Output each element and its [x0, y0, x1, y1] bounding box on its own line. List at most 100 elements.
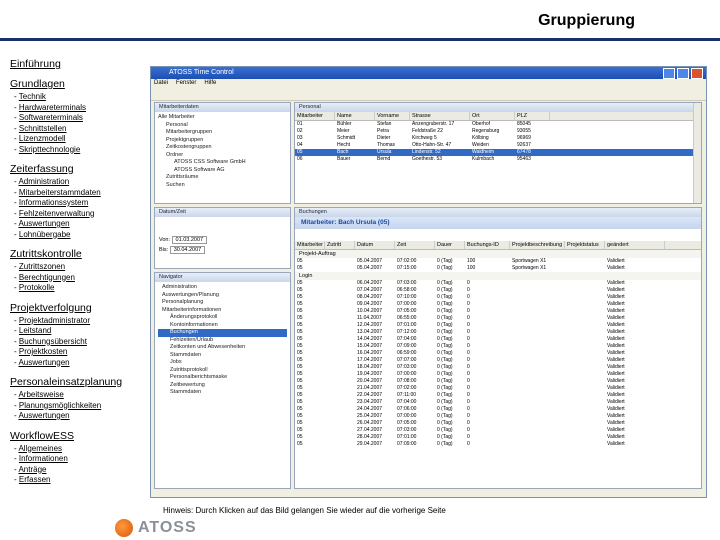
tree-item[interactable]: Personalplanung: [158, 299, 287, 307]
column-header[interactable]: Zutritt: [325, 241, 355, 249]
tree-item[interactable]: Fehlzeiten/Urlaub: [158, 337, 287, 345]
table-row[interactable]: 06 Bauer Bernd Goethestr. 53 Kulmbach 95463: [295, 156, 701, 163]
tree-item[interactable]: ATOSS CSS Software GmbH: [158, 159, 287, 167]
tree-item[interactable]: Zeitkostengruppen: [158, 144, 287, 152]
nav-link[interactable]: Skripttechnologie: [19, 145, 80, 154]
menu-item[interactable]: Hilfe: [204, 80, 216, 86]
group-header[interactable]: Login: [295, 272, 701, 280]
nav-link[interactable]: Informationen: [19, 454, 68, 463]
table-row[interactable]: 02 Meier Petra Feldstraße 22 Regensburg 93055: [295, 128, 701, 135]
column-header[interactable]: Dauer: [435, 241, 465, 249]
nav-link[interactable]: Projektkosten: [19, 347, 67, 356]
tree-item[interactable]: Kontoinformationen: [158, 322, 287, 330]
tree-item[interactable]: Stammdaten: [158, 352, 287, 360]
table-row[interactable]: 05 25.04.2007 07:00:00 0 (Tag) 0 Validiert: [295, 413, 701, 420]
date-to-field[interactable]: Bis: 30.04.2007: [159, 246, 286, 254]
nav-section-link[interactable]: Grundlagen: [10, 78, 150, 90]
nav-link[interactable]: Auswertungen: [18, 358, 69, 367]
table-row[interactable]: 03 Schmidt Dieter Kirchweg 5 Kölbing 96969: [295, 135, 701, 142]
nav-link[interactable]: Zutrittszonen: [19, 262, 65, 271]
application-screenshot[interactable]: ATOSS Time Control Datei Fenster Hilfe Mit…: [150, 66, 707, 498]
table-row[interactable]: 05 24.04.2007 07:06:00 0 (Tag) 0 Validiert: [295, 406, 701, 413]
column-header[interactable]: Projektstatus: [565, 241, 605, 249]
nav-link[interactable]: Buchungsübersicht: [19, 337, 87, 346]
table-row[interactable]: 05 07.04.2007 06:58:00 0 (Tag) 0 Validiert: [295, 287, 701, 294]
table-row[interactable]: 05 23.04.2007 07:04:00 0 (Tag) 0 Validiert: [295, 399, 701, 406]
table-row[interactable]: 05 22.04.2007 07:11:00 0 (Tag) 0 Validiert: [295, 392, 701, 399]
table-row[interactable]: 05 08.04.2007 07:10:00 0 (Tag) 0 Validiert: [295, 294, 701, 301]
table-row[interactable]: 05 06.04.2007 07:03:00 0 (Tag) 0 Validiert: [295, 280, 701, 287]
nav-section-link[interactable]: WorkflowESS: [10, 430, 150, 442]
nav-section-link[interactable]: Projektverfolgung: [10, 302, 150, 314]
table-row[interactable]: 05 28.04.2007 07:01:00 0 (Tag) 0 Validiert: [295, 434, 701, 441]
nav-link[interactable]: Erfassen: [19, 475, 51, 484]
nav-link[interactable]: Schnittstellen: [19, 124, 67, 133]
nav-link[interactable]: Lohnübergabe: [19, 230, 71, 239]
nav-section-link[interactable]: Personaleinsatzplanung: [10, 376, 150, 388]
table-row[interactable]: 05 20.04.2007 07:08:00 0 (Tag) 0 Validiert: [295, 378, 701, 385]
table-row[interactable]: 05 15.04.2007 07:09:00 0 (Tag) 0 Validiert: [295, 343, 701, 350]
nav-link[interactable]: Berechtigungen: [19, 273, 75, 282]
table-row[interactable]: 04 Hecht Thomas Otto-Hahn-Str. 47 Weiden 9263…: [295, 142, 701, 149]
nav-link[interactable]: Auswertungen: [18, 219, 69, 228]
nav-link[interactable]: Hardwareterminals: [19, 103, 86, 112]
nav-link[interactable]: Planungsmöglichkeiten: [19, 401, 101, 410]
column-header[interactable]: PLZ: [515, 112, 550, 120]
table-row[interactable]: 05 05.04.2007 07:15:00 0 (Tag) 100 Sportwagen…: [295, 265, 701, 272]
date-from-field[interactable]: Von: 01.03.2007: [159, 236, 286, 244]
table-row[interactable]: 05 09.04.2007 07:00:00 0 (Tag) 0 Validiert: [295, 301, 701, 308]
column-header[interactable]: geändert: [605, 241, 665, 249]
tree-item[interactable]: Projektgruppen: [158, 137, 287, 145]
nav-link[interactable]: Leitstand: [19, 326, 51, 335]
table-row[interactable]: 05 18.04.2007 07:03:00 0 (Tag) 0 Validiert: [295, 364, 701, 371]
nav-link[interactable]: Lizenzmodell: [19, 134, 66, 143]
column-header[interactable]: Name: [335, 112, 375, 120]
tree-item[interactable]: Zeitbewertung: [158, 382, 287, 390]
nav-link[interactable]: Projektadministrator: [19, 316, 90, 325]
nav-section-link[interactable]: Einführung: [10, 58, 150, 70]
table-row[interactable]: 05 26.04.2007 07:05:00 0 (Tag) 0 Validiert: [295, 420, 701, 427]
table-row[interactable]: 05 17.04.2007 07:07:00 0 (Tag) 0 Validiert: [295, 357, 701, 364]
nav-link[interactable]: Allgemeines: [18, 444, 62, 453]
tree-item[interactable]: Zeitkonten und Abwesenheiten: [158, 344, 287, 352]
column-header[interactable]: Zeit: [395, 241, 435, 249]
nav-section-link[interactable]: Zeiterfassung: [10, 163, 150, 175]
table-row[interactable]: 05 14.04.2007 07:04:00 0 (Tag) 0 Validiert: [295, 336, 701, 343]
nav-link[interactable]: Softwareterminals: [19, 113, 83, 122]
column-header[interactable]: Mitarbeiter: [295, 112, 335, 120]
tree-item[interactable]: Ordner: [158, 152, 287, 160]
menu-item[interactable]: Datei: [154, 80, 168, 86]
tree-item[interactable]: Stammdaten: [158, 389, 287, 397]
column-header[interactable]: Strasse: [410, 112, 470, 120]
nav-section-link[interactable]: Zutrittskontrolle: [10, 248, 150, 260]
tree-item[interactable]: Alle Mitarbeiter: [158, 114, 287, 122]
column-header[interactable]: Ort: [470, 112, 515, 120]
table-row[interactable]: 05 21.04.2007 07:02:00 0 (Tag) 0 Validiert: [295, 385, 701, 392]
tree-item[interactable]: Mitarbeiterinformationen: [158, 307, 287, 315]
nav-link[interactable]: Administration: [18, 177, 69, 186]
tree-item[interactable]: Jobs: [158, 359, 287, 367]
tree-item[interactable]: Buchungen: [158, 329, 287, 337]
table-row[interactable]: 05 05.04.2007 07:02:00 0 (Tag) 100 Sportwagen…: [295, 258, 701, 265]
tree-item[interactable]: Mitarbeitergruppen: [158, 129, 287, 137]
table-row[interactable]: 01 Bühler Stefan Anzengruberstr. 17 Oberhof 8…: [295, 121, 701, 128]
menu-item[interactable]: Fenster: [176, 80, 196, 86]
table-row[interactable]: 05 11.04.2007 06:55:00 0 (Tag) 0 Validiert: [295, 315, 701, 322]
column-header[interactable]: Buchungs-ID: [465, 241, 510, 249]
nav-link[interactable]: Informationssystem: [19, 198, 88, 207]
table-row[interactable]: 05 Bach Ursula Lindenstr. 52 Waldheim 67478: [295, 149, 701, 156]
table-row[interactable]: 05 19.04.2007 07:00:00 0 (Tag) 0 Validiert: [295, 371, 701, 378]
table-row[interactable]: 05 27.04.2007 07:03:00 0 (Tag) 0 Validiert: [295, 427, 701, 434]
column-header[interactable]: Mitarbeiter: [295, 241, 325, 249]
column-header[interactable]: Datum: [355, 241, 395, 249]
nav-link[interactable]: Protokolle: [19, 283, 55, 292]
table-row[interactable]: 05 10.04.2007 07:05:00 0 (Tag) 0 Validiert: [295, 308, 701, 315]
nav-link[interactable]: Arbeitsweise: [18, 390, 63, 399]
table-row[interactable]: 05 16.04.2007 06:59:00 0 (Tag) 0 Validiert: [295, 350, 701, 357]
nav-link[interactable]: Fehlzeitenverwaltung: [19, 209, 95, 218]
tree-item[interactable]: Administration: [158, 284, 287, 292]
nav-link[interactable]: Auswertungen: [18, 411, 69, 420]
tree-item[interactable]: Auswertungen/Planung: [158, 292, 287, 300]
column-header[interactable]: Projektbeschreibung: [510, 241, 565, 249]
nav-link[interactable]: Technik: [19, 92, 46, 101]
